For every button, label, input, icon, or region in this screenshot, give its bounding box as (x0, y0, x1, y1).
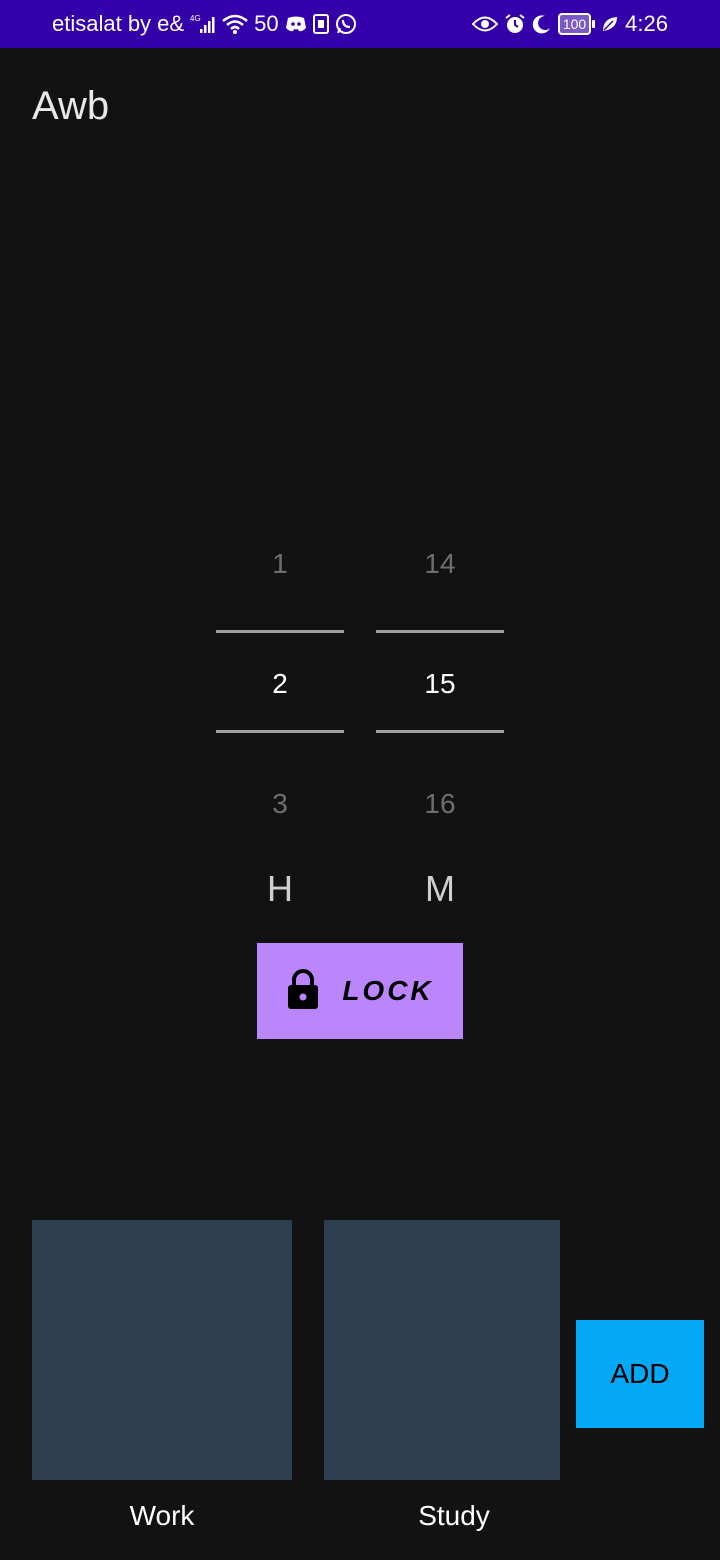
sim-card-icon (312, 14, 329, 34)
minutes-top-divider (376, 630, 504, 633)
network-speed: 50 (254, 11, 279, 36)
network-type: 4G (190, 14, 201, 23)
battery-level: 100 (557, 13, 592, 35)
minutes-prev-value[interactable]: 14 (376, 548, 504, 580)
lock-button-label: LOCK (342, 975, 434, 1006)
hours-selected-value[interactable]: 2 (216, 668, 344, 700)
add-category-button[interactable]: ADD (576, 1320, 704, 1428)
category-tile-work[interactable] (32, 1220, 292, 1480)
carrier-name: etisalat by e& (52, 11, 185, 36)
eye-icon (471, 15, 498, 33)
signal-icon: 4G (190, 13, 216, 35)
alarm-icon (504, 13, 526, 35)
lock-icon (286, 968, 320, 1015)
whatsapp-icon (335, 13, 357, 35)
lock-button[interactable]: LOCK (257, 943, 463, 1039)
moon-icon (532, 14, 552, 34)
minutes-bottom-divider (376, 730, 504, 733)
minutes-selected-value[interactable]: 15 (376, 668, 504, 700)
category-label-study: Study (418, 1500, 490, 1531)
clock: 4:26 (625, 11, 668, 36)
minutes-next-value[interactable]: 16 (376, 788, 504, 820)
add-button-label: ADD (610, 1358, 670, 1389)
hours-next-value[interactable]: 3 (216, 788, 344, 820)
battery-icon: 100 (557, 13, 596, 35)
leaf-icon (601, 15, 619, 33)
status-bar: etisalat by e& 4G 50 100 4:26 (0, 0, 720, 48)
category-tile-study[interactable] (324, 1220, 560, 1480)
hours-prev-value[interactable]: 1 (216, 548, 344, 580)
hours-unit-label: H (267, 868, 293, 909)
status-bar-right: 100 4:26 (471, 0, 668, 48)
discord-icon (285, 15, 307, 33)
category-label-work: Work (129, 1500, 195, 1531)
minutes-unit-label: M (425, 868, 455, 909)
hours-bottom-divider (216, 730, 344, 733)
hours-top-divider (216, 630, 344, 633)
app-title: Awb (32, 84, 110, 128)
wifi-icon (222, 13, 248, 35)
status-bar-left: etisalat by e& 4G 50 (52, 0, 357, 48)
